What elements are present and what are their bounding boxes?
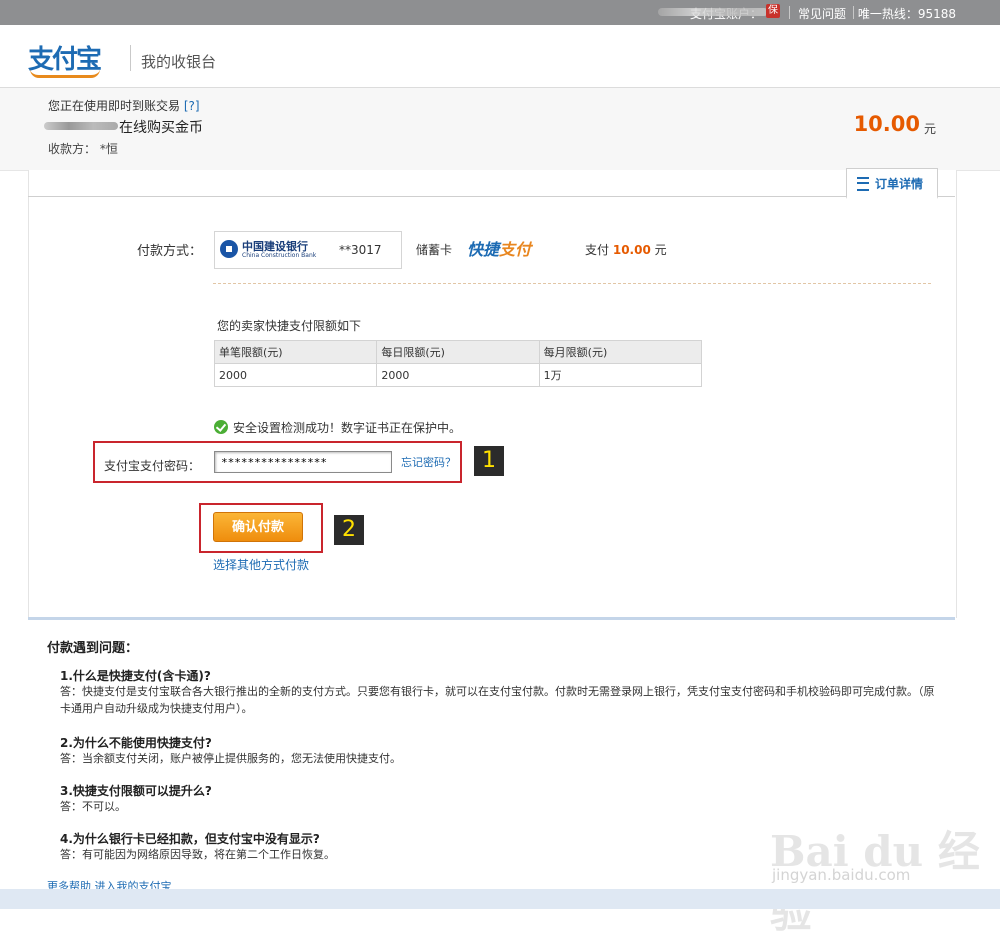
card-type: 储蓄卡: [416, 243, 453, 257]
limit-value: 2000: [213, 363, 378, 387]
faq-question: 3.快捷支付限额可以提升么?: [60, 784, 212, 798]
footer-band: [0, 889, 1000, 909]
other-method-link[interactable]: 选择其他方式付款: [213, 556, 309, 573]
blurred-shop: [44, 122, 118, 130]
limit-table: 单笔限额(元) 每日限额(元) 每月限额(元) 2000 2000 1万: [213, 340, 703, 387]
blurred-account: [658, 8, 768, 16]
product-name: 在线购买金币: [119, 120, 203, 136]
order-detail-label: 订单详情: [875, 177, 924, 191]
limit-header: 每日限额(元): [376, 340, 540, 364]
order-currency: 元: [923, 122, 936, 136]
limit-header: 每月限额(元): [538, 340, 703, 364]
ccb-logo-icon: [220, 240, 238, 258]
step-marker-2: 2: [334, 515, 364, 545]
security-message: 安全设置检测成功！数字证书正在保护中。: [233, 421, 462, 435]
divider: [789, 6, 790, 19]
payee: 收款方： *恒: [48, 142, 118, 156]
faq-answer: 答：不可以。: [60, 800, 126, 813]
top-bar: 支付宝账户： 保 常见问题 唯一热线：95188: [0, 0, 1000, 25]
faq-answer: 答：当余额支付关闭，账户被停止提供服务的，您无法使用快捷支付。: [60, 752, 401, 765]
header: 支付宝 我的收银台: [0, 25, 1000, 88]
hotline: 唯一热线：95188: [857, 7, 956, 21]
limit-value: 1万: [538, 363, 703, 387]
panel-top-border: [28, 196, 955, 197]
baidu-watermark-url: jingyan.baidu.com: [772, 866, 911, 884]
step-marker-1: 1: [474, 446, 504, 476]
faq-link[interactable]: 常见问题: [798, 5, 846, 22]
pay-amount-text: 支付 10.00 元: [585, 243, 667, 257]
logo-swoosh-icon: [30, 69, 100, 78]
divider: [853, 6, 854, 19]
password-input[interactable]: [214, 451, 392, 473]
faq-title: 付款遇到问题：: [47, 641, 139, 656]
faq-answer: 答：快捷支付是支付宝联合各大银行推出的全新的支付方式。只要您有银行卡，就可以在支…: [60, 685, 935, 715]
check-icon: [214, 420, 228, 434]
trade-type: 您正在使用即时到账交易 [?]: [48, 99, 200, 113]
limit-header: 单笔限额(元): [213, 340, 378, 364]
order-summary: 您正在使用即时到账交易 [?] 在线购买金币 收款方： *恒 10.00 元: [0, 88, 1000, 170]
logo-divider: [130, 45, 131, 71]
cashier-title: 我的收银台: [141, 53, 217, 71]
faq-question: 2.为什么不能使用快捷支付?: [60, 736, 212, 750]
forgot-password-link[interactable]: 忘记密码？: [401, 454, 456, 470]
faq-question: 1.什么是快捷支付(含卡通)?: [60, 669, 211, 683]
trade-help-link[interactable]: [?]: [184, 99, 200, 113]
panel-bottom-border: [28, 617, 955, 620]
card-number: **3017: [339, 243, 382, 257]
order-detail-tab[interactable]: 订单详情: [846, 168, 938, 199]
dashed-divider: [213, 283, 931, 284]
bank-card-selector[interactable]: 中国建设银行 China Construction Bank **3017: [214, 231, 402, 269]
order-amount: 10.00: [853, 112, 920, 136]
limit-value: 2000: [376, 363, 540, 387]
pay-method-label: 付款方式：: [137, 244, 203, 259]
bank-name-en: China Construction Bank: [242, 252, 317, 259]
password-label: 支付宝支付密码：: [104, 459, 201, 473]
kuaijie-logo: 快捷支付: [467, 240, 532, 259]
list-icon: [857, 177, 869, 191]
confirm-pay-button[interactable]: 确认付款: [213, 512, 303, 542]
limit-title: 您的卖家快捷支付限额如下: [217, 319, 362, 333]
faq-question: 4.为什么银行卡已经扣款，但支付宝中没有显示?: [60, 832, 320, 846]
protect-badge[interactable]: 保: [766, 4, 780, 18]
